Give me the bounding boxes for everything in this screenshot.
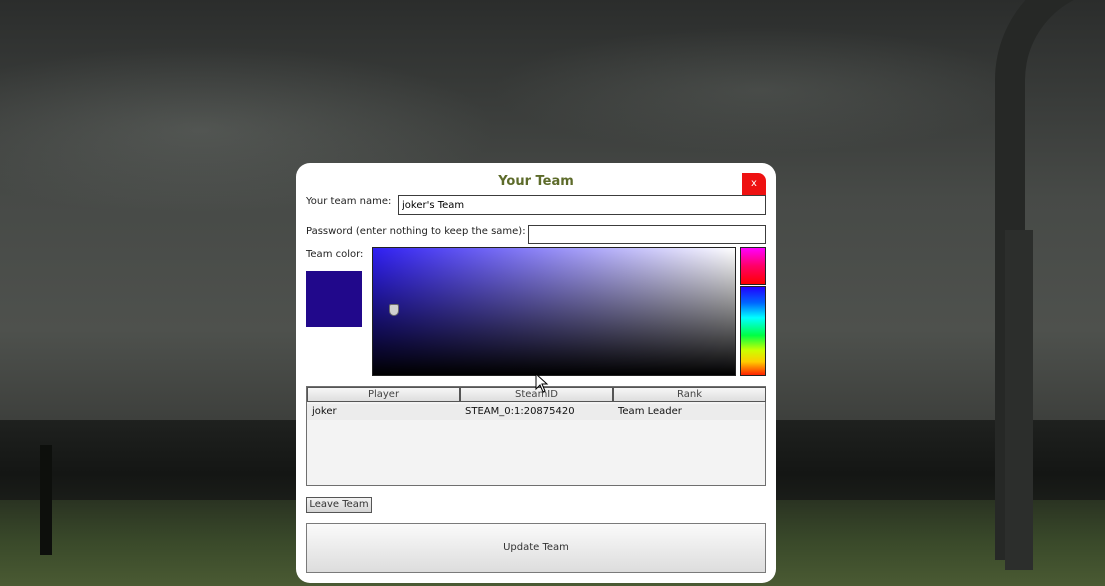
- left-post: [40, 445, 52, 555]
- close-button[interactable]: x: [742, 173, 766, 195]
- team-color-swatch: [306, 271, 362, 327]
- steamid-cell: STEAM_0:1:20875420: [465, 406, 575, 417]
- alpha-strip[interactable]: [740, 247, 766, 285]
- column-header-player[interactable]: Player: [307, 387, 460, 402]
- leave-team-button[interactable]: Leave Team: [306, 497, 372, 513]
- color-picker-area[interactable]: [372, 247, 736, 376]
- rank-cell: Team Leader: [618, 406, 682, 417]
- password-label: Password (enter nothing to keep the same…: [306, 226, 526, 237]
- team-color-label: Team color:: [306, 249, 364, 260]
- column-header-rank[interactable]: Rank: [613, 387, 766, 402]
- update-team-button[interactable]: Update Team: [306, 523, 766, 573]
- color-picker-knob[interactable]: [389, 304, 399, 316]
- team-name-label: Your team name:: [306, 196, 392, 207]
- player-cell: joker: [312, 406, 337, 417]
- arrow-cursor-icon: [535, 373, 549, 393]
- password-input[interactable]: [528, 225, 766, 244]
- dialog-title: Your Team: [498, 174, 574, 189]
- team-members-table: Player SteamID Rank joker STEAM_0:1:2087…: [306, 386, 766, 486]
- table-row[interactable]: joker STEAM_0:1:20875420 Team Leader: [307, 404, 765, 420]
- hue-slider[interactable]: [740, 286, 766, 376]
- team-name-input[interactable]: [398, 195, 766, 215]
- arch-leg: [1005, 230, 1033, 570]
